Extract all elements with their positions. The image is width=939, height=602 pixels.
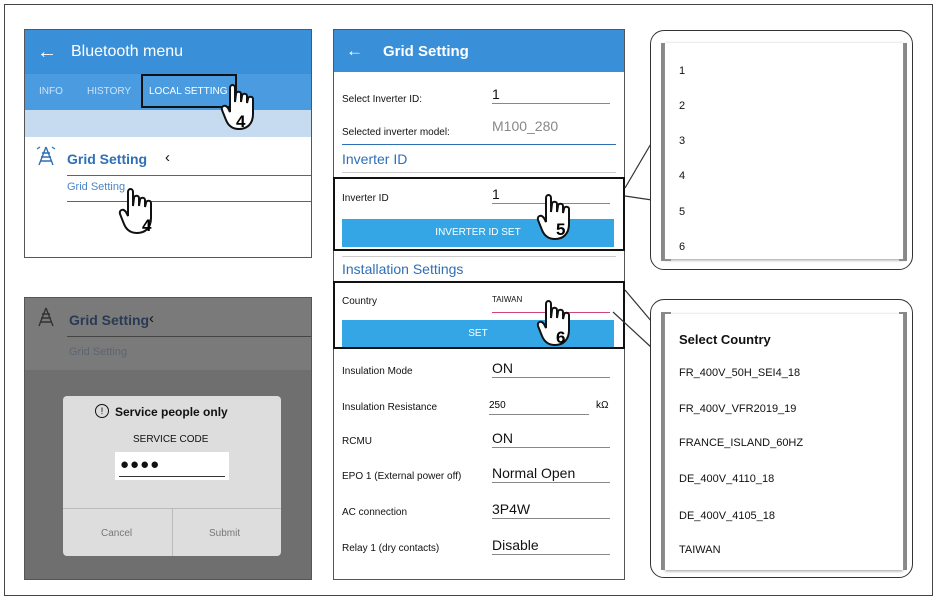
- grid-tower-icon: [35, 145, 57, 167]
- divider: [342, 256, 616, 257]
- dialog-title: Service people only: [115, 405, 228, 419]
- dropdown-option[interactable]: TAIWAN: [679, 544, 721, 556]
- service-dialog: ! Service people only SERVICE CODE ●●●● …: [63, 396, 281, 556]
- insulation-resistance-unit: kΩ: [596, 400, 609, 411]
- select-inverter-id-value[interactable]: 1: [492, 86, 610, 104]
- dropdown-option[interactable]: DE_400V_4110_18: [679, 473, 774, 485]
- warning-icon: !: [95, 404, 109, 418]
- divider: [342, 172, 616, 173]
- country-highlight-box: [333, 281, 625, 349]
- divider: [172, 508, 173, 556]
- dropdown-title: Select Country: [679, 332, 771, 347]
- dropdown-option[interactable]: 3: [679, 135, 685, 147]
- dropdown-option[interactable]: 4: [679, 170, 685, 182]
- grid-tower-icon: [35, 306, 57, 328]
- submit-button[interactable]: Submit: [209, 528, 240, 539]
- dropdown-list: 1 2 3 4 5 6: [665, 43, 903, 259]
- service-code-screen: Grid Setting ‹ Grid Setting ! Service pe…: [24, 297, 312, 580]
- service-code-value: ●●●●: [120, 456, 161, 473]
- chevron-left-icon: ‹: [149, 310, 154, 327]
- list-area: Grid Setting ‹ Grid Setting: [25, 137, 311, 257]
- grid-setting-item[interactable]: Grid Setting: [67, 181, 125, 193]
- divider: [342, 144, 616, 145]
- dropdown-option[interactable]: DE_400V_4105_18: [679, 510, 775, 522]
- dropdown-option[interactable]: FR_400V_VFR2019_19: [679, 403, 796, 415]
- cancel-button[interactable]: Cancel: [101, 528, 132, 539]
- relay1-value[interactable]: Disable: [492, 537, 610, 555]
- section-title: Grid Setting: [67, 151, 148, 167]
- insulation-resistance-value[interactable]: 250: [489, 400, 589, 415]
- dropdown-option[interactable]: 2: [679, 100, 685, 112]
- country-dropdown-callout: Select Country FR_400V_50H_SEI4_18 FR_40…: [650, 299, 913, 578]
- tab-info[interactable]: INFO: [39, 86, 63, 97]
- back-arrow-icon[interactable]: ←: [37, 41, 57, 64]
- service-code-label: SERVICE CODE: [133, 434, 209, 445]
- divider: [67, 336, 311, 337]
- tap-hand-icon: [118, 188, 158, 235]
- dropdown-option[interactable]: 5: [679, 206, 685, 218]
- dropdown-list: Select Country FR_400V_50H_SEI4_18 FR_40…: [665, 314, 903, 570]
- divider: [67, 201, 311, 202]
- tab-history[interactable]: HISTORY: [87, 86, 131, 97]
- epo1-value[interactable]: Normal Open: [492, 465, 610, 483]
- tab-bar: INFO HISTORY LOCAL SETTING: [25, 74, 311, 110]
- step-badge: 4: [236, 112, 246, 131]
- dropdown-option[interactable]: 1: [679, 65, 685, 77]
- model-value: M100_280: [492, 118, 559, 134]
- installation-section: Installation Settings: [342, 261, 464, 277]
- inverter-id-section: Inverter ID: [342, 151, 408, 167]
- service-code-input[interactable]: ●●●●: [115, 452, 229, 480]
- grid-setting-item: Grid Setting: [69, 346, 128, 358]
- dropdown-option[interactable]: 6: [679, 241, 685, 253]
- model-label: Selected inverter model:: [342, 127, 450, 138]
- step-badge: 4: [142, 216, 152, 235]
- ac-connection-value[interactable]: 3P4W: [492, 501, 610, 519]
- chevron-left-icon[interactable]: ‹: [165, 149, 170, 166]
- pale-strip: [25, 110, 311, 137]
- rcmu-value[interactable]: ON: [492, 430, 610, 448]
- inverter-id-dropdown-callout: 1 2 3 4 5 6: [650, 30, 913, 270]
- app-bar: ← Bluetooth menu: [25, 30, 311, 74]
- bluetooth-menu-screen: ← Bluetooth menu INFO HISTORY LOCAL SETT…: [24, 29, 312, 258]
- app-bar: ← Grid Setting: [334, 30, 624, 72]
- dropdown-option[interactable]: FR_400V_50H_SEI4_18: [679, 367, 800, 379]
- app-bar-title: Grid Setting: [383, 42, 469, 60]
- app-bar-title: Bluetooth menu: [71, 43, 184, 60]
- section-title: Grid Setting: [69, 312, 150, 328]
- dim-header: Grid Setting ‹ Grid Setting: [25, 298, 311, 370]
- insulation-mode-value[interactable]: ON: [492, 360, 610, 378]
- dropdown-option[interactable]: FRANCE_ISLAND_60HZ: [679, 437, 803, 449]
- step-badge: 6: [556, 328, 566, 347]
- divider: [67, 175, 311, 176]
- back-arrow-icon[interactable]: ←: [346, 41, 363, 61]
- inverter-id-highlight-box: [333, 177, 625, 251]
- step-badge: 5: [556, 220, 566, 239]
